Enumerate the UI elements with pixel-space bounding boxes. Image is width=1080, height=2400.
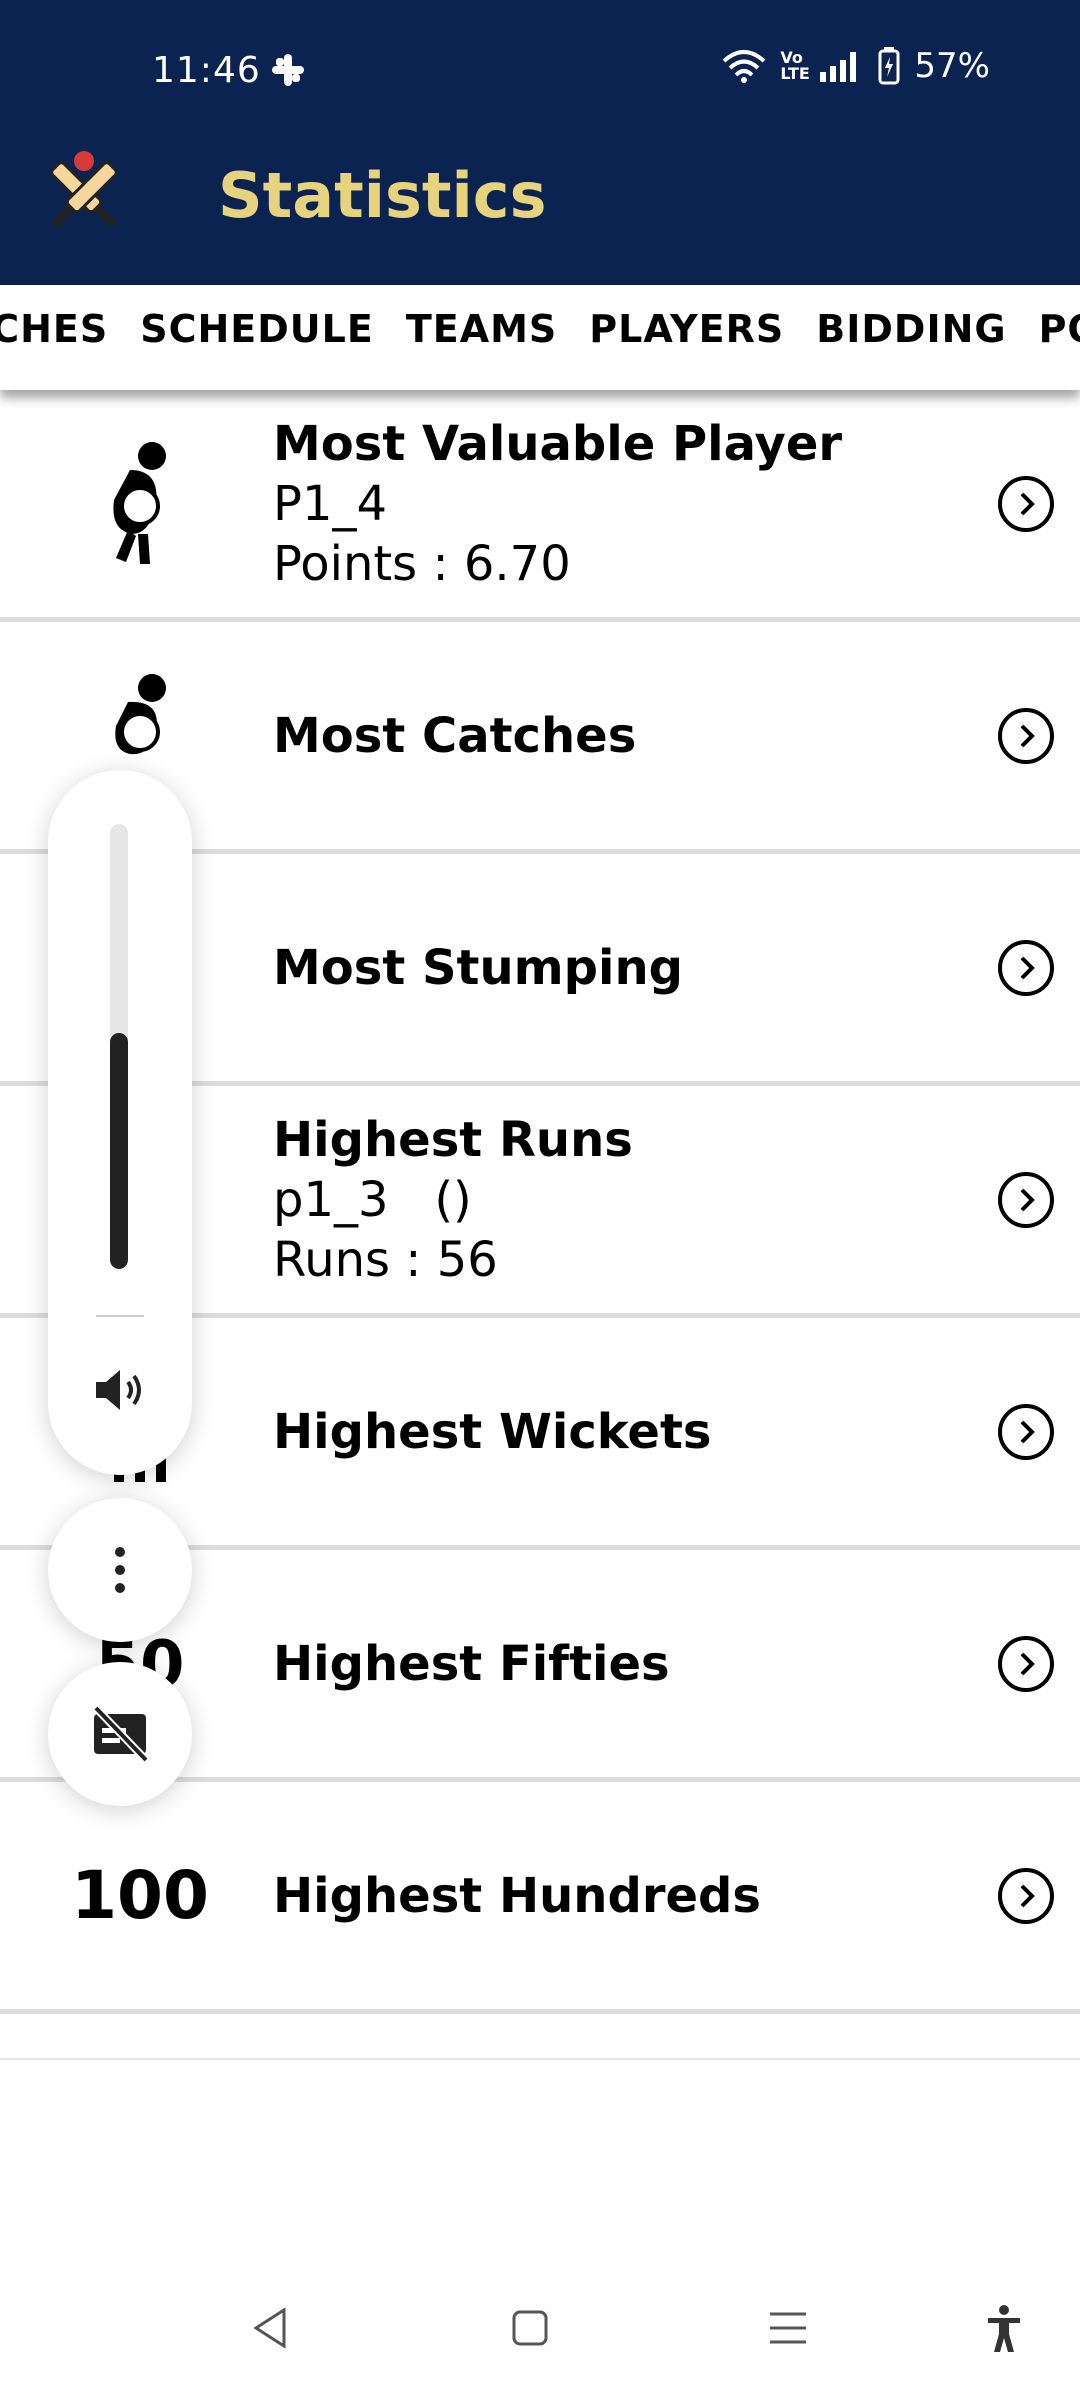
stat-value: Runs : 56 (273, 1231, 498, 1288)
stat-player: P1_4 (273, 475, 388, 532)
stat-title: Highest Fifties (273, 1635, 670, 1692)
chevron-right-icon[interactable] (998, 475, 1054, 532)
signal-icon (820, 52, 857, 82)
hundred-badge: 100 (71, 1857, 209, 1934)
stat-title: Highest Hundreds (273, 1867, 761, 1924)
list-bottom-divider (0, 2058, 1080, 2060)
stat-row-most-valuable-player[interactable]: Most Valuable Player P1_4 Points : 6.70 (0, 390, 1080, 622)
volume-panel (48, 770, 192, 1475)
volume-separator (96, 1315, 144, 1317)
stat-title: Most Stumping (273, 939, 684, 996)
accessibility-icon[interactable] (984, 2304, 1024, 2354)
chevron-right-icon[interactable] (998, 707, 1054, 764)
volume-slider[interactable] (110, 824, 128, 1269)
system-nav-bar (0, 2260, 1080, 2400)
chevron-right-icon[interactable] (998, 1171, 1054, 1228)
stat-title: Most Valuable Player (273, 415, 843, 472)
chevron-right-icon[interactable] (998, 1635, 1054, 1692)
chevron-right-icon[interactable] (998, 939, 1054, 996)
more-options-button[interactable] (48, 1498, 192, 1642)
batsman-icon (113, 441, 166, 564)
tab-schedule[interactable]: SCHEDULE (140, 307, 374, 351)
back-icon[interactable] (250, 2306, 290, 2350)
stat-value: Points : 6.70 (273, 535, 571, 592)
speaker-icon[interactable] (90, 1360, 150, 1420)
chevron-right-icon[interactable] (998, 1867, 1054, 1924)
stat-title: Highest Runs (273, 1111, 633, 1168)
network-label: Vo LTE (780, 48, 810, 83)
stat-title: Most Catches (273, 707, 637, 764)
home-icon[interactable] (510, 2308, 550, 2348)
more-vert-icon (115, 1547, 125, 1593)
wifi-icon (723, 50, 766, 83)
status-time: 11:46 (152, 50, 261, 91)
slack-icon (272, 54, 304, 86)
tab-matches[interactable]: MATCHES (0, 307, 108, 351)
volume-slider-fill (110, 1033, 128, 1269)
page-title: Statistics (218, 159, 547, 232)
live-caption-off-button[interactable] (48, 1662, 192, 1806)
stat-player: p1_3 () (273, 1171, 472, 1228)
captions-off-icon (93, 1705, 149, 1763)
app-bar: Statistics (0, 135, 1080, 285)
battery-percent: 57% (914, 46, 990, 86)
stat-row-highest-hundreds[interactable]: 100 Highest Hundreds (0, 1782, 1080, 2014)
battery-icon (878, 47, 900, 85)
tab-points[interactable]: POINTS (1039, 307, 1080, 351)
recents-icon[interactable] (768, 2308, 808, 2348)
status-bar: 11:46 Vo LTE 57% (0, 0, 1080, 135)
tab-bar: MATCHES SCHEDULE TEAMS PLAYERS BIDDING P… (0, 285, 1080, 390)
tab-teams[interactable]: TEAMS (406, 307, 557, 351)
stat-title: Highest Wickets (273, 1403, 712, 1460)
tab-bidding[interactable]: BIDDING (816, 307, 1006, 351)
hundred-icon: 100 (70, 1826, 210, 1966)
status-icons: Vo LTE 57% (722, 46, 990, 86)
tab-players[interactable]: PLAYERS (589, 307, 784, 351)
cricket-bats-logo-icon (50, 151, 118, 228)
chevron-right-icon[interactable] (998, 1403, 1054, 1460)
